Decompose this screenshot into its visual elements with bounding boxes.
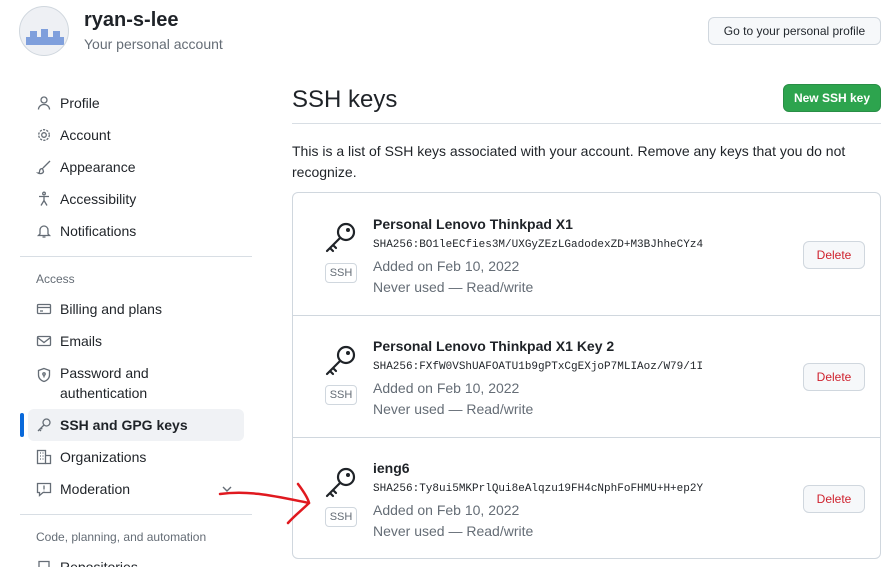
key-usage: Never used — Read/write <box>373 401 534 417</box>
new-ssh-key-button[interactable]: New SSH key <box>783 84 881 112</box>
ssh-keys-list: SSH Personal Lenovo Thinkpad X1 SHA256:B… <box>292 192 881 559</box>
key-fingerprint: SHA256:FXfW0VShUAFOATU1b9gPTxCgEXjoP7MLI… <box>373 361 704 373</box>
sidebar-item-moderation[interactable]: Moderation <box>28 473 244 505</box>
ssh-key-row: SSH Personal Lenovo Thinkpad X1 Key 2 SH… <box>293 315 880 437</box>
sidebar-item-label: Account <box>60 127 111 143</box>
sidebar-item-profile[interactable]: Profile <box>28 87 244 119</box>
person-icon <box>36 95 52 111</box>
sidebar-item-label: Appearance <box>60 159 136 175</box>
accessibility-icon <box>36 191 52 207</box>
sidebar-item-label: Notifications <box>60 223 137 239</box>
sidebar-section-access: Access <box>36 272 75 286</box>
sidebar-item-password-authentication[interactable]: Password and authentication <box>28 363 244 405</box>
gear-icon <box>36 127 52 143</box>
sidebar-item-account[interactable]: Account <box>28 119 244 151</box>
ssh-badge: SSH <box>325 263 357 283</box>
bell-icon <box>36 223 52 239</box>
sidebar-item-label: SSH and GPG keys <box>60 417 188 433</box>
sidebar-item-label: Repositories <box>60 559 138 567</box>
page-title: SSH keys <box>292 86 398 113</box>
sidebar-item-label: Password and authentication <box>60 365 149 401</box>
account-subtitle: Your personal account <box>84 36 223 52</box>
key-title: Personal Lenovo Thinkpad X1 Key 2 <box>373 338 615 354</box>
report-icon <box>36 481 52 497</box>
sidebar-item-ssh-gpg-keys[interactable]: SSH and GPG keys <box>28 409 244 441</box>
sidebar-section-code: Code, planning, and automation <box>36 530 207 544</box>
ssh-key-row: SSH ieng6 SHA256:Ty8ui5MKPrlQui8eAlqzu19… <box>293 437 880 559</box>
sidebar-item-label: Accessibility <box>60 191 137 207</box>
account-username: ryan-s-lee <box>84 9 179 31</box>
sidebar-item-label: Profile <box>60 95 100 111</box>
sidebar-divider <box>20 514 252 515</box>
sidebar-item-notifications[interactable]: Notifications <box>28 215 244 247</box>
sidebar-item-repositories[interactable]: Repositories <box>28 551 244 567</box>
sidebar-item-appearance[interactable]: Appearance <box>28 151 244 183</box>
key-icon <box>36 417 52 433</box>
paintbrush-icon <box>36 159 52 175</box>
delete-key-button[interactable]: Delete <box>803 363 865 391</box>
ssh-key-row: SSH Personal Lenovo Thinkpad X1 SHA256:B… <box>293 193 880 315</box>
key-fingerprint: SHA256:BO1leECfies3M/UXGyZEzLGadodexZD+M… <box>373 239 704 251</box>
title-divider <box>292 123 881 124</box>
active-indicator <box>20 413 24 437</box>
sidebar-item-organizations[interactable]: Organizations <box>28 441 244 473</box>
sidebar-item-label: Billing and plans <box>60 301 162 317</box>
mail-icon <box>36 333 52 349</box>
sidebar-item-emails[interactable]: Emails <box>28 325 244 357</box>
intro-text: This is a list of SSH keys associated wi… <box>292 143 846 180</box>
chevron-down-icon[interactable] <box>221 483 233 495</box>
avatar[interactable] <box>19 6 69 56</box>
credit-card-icon <box>36 301 52 317</box>
ssh-badge: SSH <box>325 507 357 527</box>
repo-icon <box>36 559 52 567</box>
sidebar-item-label: Moderation <box>60 481 131 497</box>
key-icon <box>325 345 356 376</box>
key-added-date: Added on Feb 10, 2022 <box>373 380 520 396</box>
key-added-date: Added on Feb 10, 2022 <box>373 258 520 274</box>
ssh-badge: SSH <box>325 385 357 405</box>
delete-key-button[interactable]: Delete <box>803 241 865 269</box>
key-icon <box>325 467 356 498</box>
organization-icon <box>36 449 52 465</box>
sidebar-divider <box>20 256 252 257</box>
key-added-date: Added on Feb 10, 2022 <box>373 502 520 518</box>
sidebar-item-accessibility[interactable]: Accessibility <box>28 183 244 215</box>
delete-key-button[interactable]: Delete <box>803 485 865 513</box>
key-title: Personal Lenovo Thinkpad X1 <box>373 216 573 232</box>
sidebar-item-label: Organizations <box>60 449 147 465</box>
sidebar-item-label: Emails <box>60 333 103 349</box>
key-title: ieng6 <box>373 460 410 476</box>
go-to-profile-button[interactable]: Go to your personal profile <box>708 17 881 45</box>
key-fingerprint: SHA256:Ty8ui5MKPrlQui8eAlqzu19FH4cNphFoF… <box>373 483 704 495</box>
key-icon <box>325 222 356 253</box>
key-usage: Never used — Read/write <box>373 279 534 295</box>
shield-lock-icon <box>36 367 52 383</box>
sidebar-item-billing[interactable]: Billing and plans <box>28 293 244 325</box>
key-usage: Never used — Read/write <box>373 523 534 539</box>
